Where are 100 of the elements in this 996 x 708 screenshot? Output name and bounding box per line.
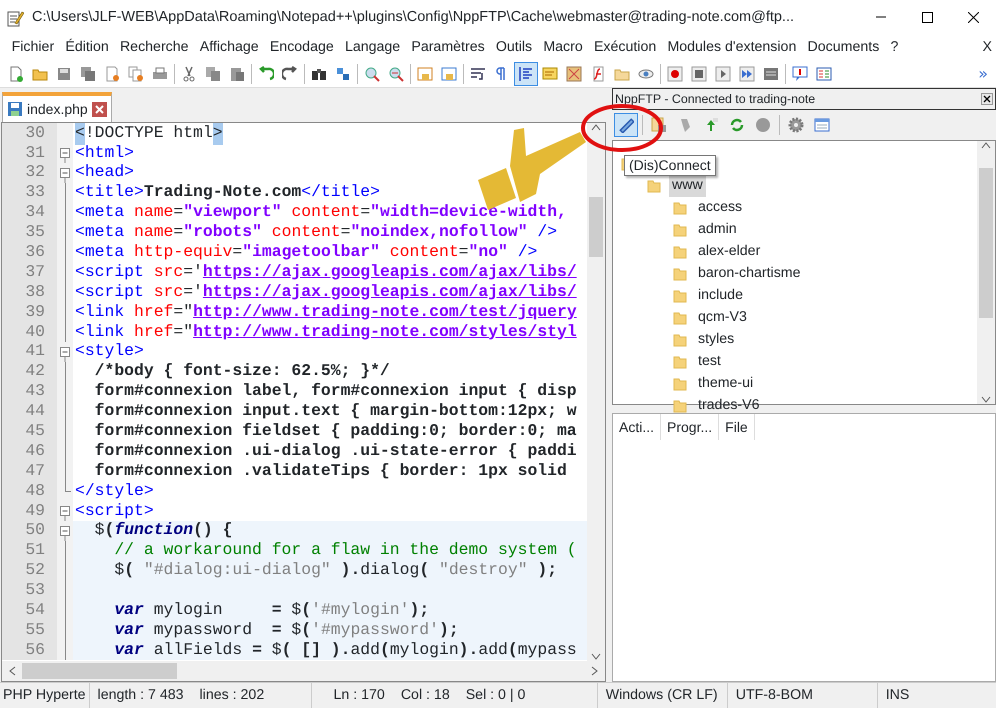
copy-icon[interactable] [205,66,221,82]
close-all-icon[interactable] [128,66,144,82]
line-number: 38 [2,282,57,302]
line-number: 42 [2,362,57,382]
new-file-icon[interactable] [8,66,24,82]
paste-icon[interactable] [229,66,245,82]
scroll-right-icon[interactable] [591,666,599,676]
code-line: <meta name="robots" content="noindex,nofollow" /> [74,222,558,242]
code-line: form#connexion fieldset { padding:0; border:0; ma [94,421,578,442]
tree-item[interactable]: qcm-V3 [695,307,750,329]
scroll-up-icon[interactable] [591,123,601,131]
zoom-in-icon[interactable] [364,66,380,82]
code-line: form#connexion label, form#connexion input { disp [94,382,578,402]
menu-item[interactable]: Langage [339,36,406,58]
menu-item[interactable]: Exécution [588,36,662,58]
redo-icon[interactable] [282,66,298,82]
window-icon[interactable] [814,117,830,133]
line-number: 34 [2,202,57,222]
word-wrap-icon[interactable] [470,66,486,82]
menu-item[interactable]: Édition [60,36,114,58]
menu-item[interactable]: Modules d'extension [662,36,802,58]
save-icon[interactable] [56,66,72,82]
indent-guide-icon[interactable] [518,66,534,82]
menu-item[interactable]: Encodage [264,36,340,58]
folder-icon [673,200,687,216]
folder-icon [673,354,687,370]
tree-item[interactable]: include [695,285,746,307]
fold-end-line [64,481,70,492]
macro-list-icon[interactable] [763,66,779,82]
close-panel-icon[interactable] [981,93,993,105]
code-line: <html> [74,142,136,163]
scroll-down-icon[interactable] [981,396,991,404]
maximize-icon[interactable] [922,12,932,23]
status-text: Ln : 170 [332,686,386,705]
line-number: 52 [2,560,57,580]
menu-item[interactable]: Macro [538,36,588,58]
line-number: 32 [2,162,57,183]
scrollbar-thumb[interactable] [589,197,603,257]
code-line: /*body { font-size: 62.5%; }*/ [94,362,391,382]
line-number: 33 [2,182,57,203]
close-document-button[interactable]: X [982,36,992,58]
line-number: 46 [2,441,57,462]
refresh-icon[interactable] [729,117,745,133]
line-number: 36 [2,242,57,262]
menu-item[interactable]: Affichage [194,36,264,58]
speech-bubble-icon[interactable] [792,66,808,82]
menu-item[interactable]: Recherche [114,36,194,58]
menu-item[interactable]: ? [884,36,904,58]
settings-icon[interactable] [788,117,804,133]
close-file-icon[interactable] [104,66,120,82]
cut-icon[interactable] [181,66,197,82]
fast-forward-icon[interactable] [739,66,755,82]
scroll-left-icon[interactable] [8,666,16,676]
column-header[interactable]: Acti... [613,414,662,440]
folder-icon [673,266,687,282]
tree-item[interactable]: baron-chartisme [695,263,804,285]
line-number: 37 [2,262,57,282]
menu-item[interactable]: Paramètres [406,36,490,58]
overflow-button[interactable]: » [978,62,988,86]
status-text: Windows (CR LF) [598,683,728,708]
column-header[interactable]: File [719,414,755,440]
menu-item[interactable]: Documents [802,36,885,58]
folder-icon [673,310,687,326]
scrollbar-thumb[interactable] [22,663,177,679]
record-icon[interactable] [667,66,683,82]
scrollbar-thumb[interactable] [979,168,993,318]
tree-item[interactable]: alex-elder [695,241,764,263]
scroll-down-icon[interactable] [591,653,601,661]
abort-icon[interactable] [755,117,771,133]
panel-title: NppFTP - Connected to trading-note [615,90,816,108]
line-number: 50 [2,520,57,541]
code-line: <head> [74,162,136,183]
line-number: 40 [2,322,57,342]
code-line: form#connexion .validateTips { border: 1px solid [94,461,568,482]
table-icon[interactable] [816,66,832,82]
line-number: 41 [2,342,57,362]
play-icon[interactable] [715,66,731,82]
status-text: Col : 18 [400,686,451,705]
tree-item[interactable]: theme-ui [695,373,756,395]
save-all-icon[interactable] [80,66,96,82]
note-icon[interactable] [542,66,558,82]
stop-icon[interactable] [691,66,707,82]
file-tab[interactable]: index.php [2,92,112,122]
scroll-up-icon[interactable] [981,141,991,149]
tree-item[interactable]: www [669,175,706,197]
zoom-out-icon[interactable] [388,66,404,82]
tree-item[interactable]: access [695,197,746,219]
tree-item[interactable]: test [695,351,724,373]
print-icon[interactable] [152,66,168,82]
replace-icon[interactable] [335,66,351,82]
close-tab-icon[interactable] [92,102,107,116]
column-header[interactable]: Progr... [661,414,720,440]
undo-icon[interactable] [258,66,274,82]
close-icon[interactable] [968,12,978,23]
tree-item[interactable]: styles [695,329,738,351]
menu-item[interactable]: Outils [490,36,538,58]
tree-item[interactable]: trades-V6 [695,395,763,417]
code-line: <title>Trading-Note.com</title> [74,182,381,203]
tree-item[interactable]: admin [695,219,740,241]
menu-item[interactable]: Fichier [6,36,60,58]
